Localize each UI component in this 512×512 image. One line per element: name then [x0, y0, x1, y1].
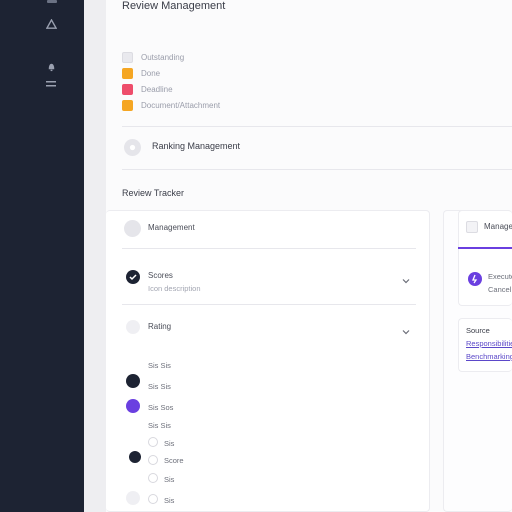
section-title: Review Tracker	[122, 188, 185, 198]
avatar	[126, 491, 140, 505]
divider	[122, 126, 512, 127]
subitem-label: Sis	[164, 475, 175, 484]
home-icon[interactable]	[44, 17, 58, 31]
avatar	[126, 320, 140, 334]
divider	[122, 248, 416, 249]
task-title: Rating	[148, 322, 172, 331]
sidebar	[0, 0, 84, 512]
legend-swatch	[122, 99, 133, 111]
page-title: Review Management	[122, 0, 226, 12]
chevron-down-icon[interactable]	[402, 272, 410, 284]
subitem-label: Sis Sis	[148, 361, 171, 370]
chevron-down-icon[interactable]	[402, 323, 410, 335]
bell-icon	[468, 272, 482, 286]
legend-item-outstanding: Outstanding	[122, 51, 184, 63]
radio-option[interactable]	[148, 437, 158, 447]
sidebar-top-indicator	[47, 0, 57, 3]
legend-swatch	[122, 51, 133, 63]
legend-item-deadline: Deadline	[122, 83, 173, 95]
task-title: Scores	[148, 271, 173, 280]
legend-swatch	[122, 83, 133, 95]
radio-option[interactable]	[148, 455, 158, 465]
radio-option[interactable]	[148, 494, 158, 504]
ranking-management-link[interactable]: Ranking Management	[152, 141, 240, 151]
subitem-label: Sis Sos	[148, 403, 174, 412]
source-link[interactable]: Responsibilities	[466, 339, 512, 348]
manage-title: Manage	[484, 222, 512, 231]
legend-item-done: Done	[122, 67, 160, 79]
radio-option[interactable]	[148, 473, 158, 483]
divider	[122, 304, 416, 305]
legend-swatch	[122, 67, 133, 79]
avatar	[129, 451, 141, 463]
subitem-label: Sis	[164, 496, 175, 505]
avatar	[126, 399, 140, 413]
bell-icon[interactable]	[44, 59, 58, 73]
source-link[interactable]: Benchmarking	[466, 352, 512, 361]
legend-label: Outstanding	[141, 52, 185, 62]
divider	[122, 169, 512, 170]
check-icon	[126, 270, 140, 284]
legend-label: Document/Attachment	[141, 100, 221, 110]
legend-item-document: Document/Attachment	[122, 99, 220, 111]
manage-item-title: Execute	[488, 272, 512, 281]
manage-item-sub: Cancel	[488, 285, 512, 294]
legend-label: Deadline	[141, 84, 173, 94]
avatar	[124, 220, 141, 237]
source-title: Source	[466, 326, 490, 335]
settings-icon[interactable]	[44, 77, 58, 91]
subitem-label: Sis Sis	[148, 421, 171, 430]
avatar	[126, 374, 140, 388]
subitem-label: Sis Sis	[148, 382, 171, 391]
active-tab-indicator	[458, 247, 512, 249]
subitem-label: Score	[164, 456, 184, 465]
avatar	[124, 139, 141, 156]
sidebar-gutter	[84, 0, 106, 512]
task-subtitle: Icon description	[148, 284, 201, 293]
legend-label: Done	[141, 68, 161, 78]
subitem-label: Sis	[164, 439, 175, 448]
tracker-header-label: Management	[148, 223, 195, 232]
manage-checkbox[interactable]	[466, 221, 478, 233]
